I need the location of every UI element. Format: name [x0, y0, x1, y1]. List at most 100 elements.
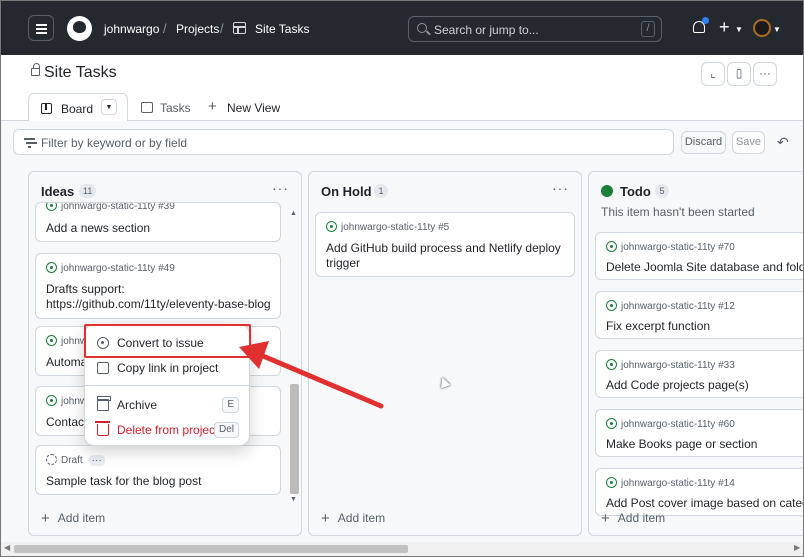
open-issue-icon	[46, 262, 57, 273]
card-more-button[interactable]: ···	[88, 455, 105, 466]
card[interactable]: johnwargo-static-11ty #12 Fix excerpt fu…	[595, 291, 803, 339]
create-new-plus-icon[interactable]: +	[719, 17, 730, 37]
open-issue-icon	[46, 335, 57, 346]
lock-icon	[31, 63, 40, 76]
card-title: Add Code projects page(s)	[606, 378, 749, 392]
card-issue-ref: johnwargo-static-11ty #39	[46, 203, 175, 212]
card-title: Drafts support: https://github.com/11ty/…	[46, 282, 271, 311]
shortcut-key: E	[222, 397, 239, 413]
add-item-button[interactable]: + Add item	[321, 510, 385, 527]
shortcut-key: Del	[213, 422, 239, 438]
card-title: Add a news section	[46, 221, 151, 235]
app-window: johnwargo / Projects / Site Tasks Search…	[0, 0, 804, 557]
global-header: johnwargo / Projects / Site Tasks Search…	[1, 1, 803, 55]
card-title: Delete Joomla Site database and folder	[606, 260, 804, 274]
breadcrumb-owner[interactable]: johnwargo	[104, 22, 159, 36]
menu-item-archive[interactable]: Archive	[96, 396, 157, 412]
global-search-input[interactable]: Search or jump to... /	[408, 16, 662, 42]
breadcrumb-projects[interactable]: Projects	[176, 22, 219, 36]
filter-input[interactable]: Filter by keyword or by field	[13, 129, 674, 155]
save-button[interactable]: Save	[732, 131, 765, 154]
scroll-down-arrow-icon[interactable]: ▼	[290, 496, 297, 503]
scroll-left-arrow-icon[interactable]: ◀	[4, 543, 10, 552]
add-item-button[interactable]: + Add item	[601, 510, 665, 527]
breadcrumb-project[interactable]: Site Tasks	[255, 22, 309, 36]
filter-icon	[24, 138, 35, 146]
card[interactable]: johnwargo-static-11ty #33 Add Code proje…	[595, 350, 803, 398]
tab-label: New View	[227, 101, 281, 115]
chevron-down-icon[interactable]: ▼	[773, 25, 781, 34]
copy-icon	[97, 362, 109, 374]
card-title: Fix excerpt function	[606, 319, 711, 333]
tab-label: Tasks	[160, 101, 191, 115]
card-issue-ref: johnwargo-static-11ty #49	[46, 262, 175, 274]
scroll-up-arrow-icon[interactable]: ▲	[290, 210, 297, 217]
open-issue-icon	[46, 203, 57, 211]
card[interactable]: johnwargo-static-11ty #14 Add Post cover…	[595, 468, 804, 516]
trash-icon	[95, 421, 110, 436]
column-todo: Todo 5 This item hasn't been started joh…	[588, 171, 804, 536]
side-panel-button[interactable]: ▯	[727, 62, 751, 86]
card-title: Contact	[46, 415, 88, 429]
card-title: Add GitHub build process and Netlify dep…	[326, 241, 561, 270]
column-description: This item hasn't been started	[601, 205, 755, 219]
plus-icon: +	[41, 510, 50, 527]
view-options-dropdown[interactable]: ▼	[101, 99, 117, 115]
open-issue-icon	[606, 300, 617, 311]
card-issue-ref: Draft ···	[46, 454, 105, 466]
breadcrumb-separator: /	[163, 21, 167, 36]
card[interactable]: johnwargo-static-11ty #39 Add a news sec…	[35, 202, 281, 242]
card-issue-ref: johnwargo-static-11ty #14	[606, 477, 735, 489]
github-logo-icon[interactable]	[67, 16, 92, 41]
open-issue-icon	[606, 477, 617, 488]
column-title: Todo	[620, 184, 651, 199]
card-title: Make Books page or section	[606, 437, 758, 451]
column-title: On Hold	[321, 184, 372, 199]
column-count: 5	[655, 184, 669, 198]
tab-board[interactable]: Board ▼	[28, 93, 128, 121]
column-scrollbar-thumb[interactable]	[290, 384, 299, 494]
column-more-button[interactable]: ···	[272, 180, 289, 196]
hamburger-menu-button[interactable]	[28, 15, 54, 41]
column-count: 1	[374, 184, 388, 198]
card-issue-ref: johnwargo-static-11ty #12	[606, 300, 735, 312]
card-title: Sample task for the blog post	[46, 474, 202, 488]
draft-icon	[46, 454, 57, 465]
card-title: Add Post cover image based on category	[606, 496, 804, 510]
project-more-button[interactable]: ···	[753, 62, 777, 86]
archive-icon	[96, 396, 111, 411]
menu-divider	[85, 385, 249, 386]
menu-item-delete[interactable]: Delete from project	[95, 421, 218, 437]
card-issue-ref: johnw	[46, 335, 87, 347]
plus-icon: +	[208, 98, 217, 115]
avatar[interactable]	[753, 19, 771, 37]
chevron-down-icon[interactable]: ▼	[735, 25, 743, 34]
column-title: Ideas	[41, 184, 75, 199]
card[interactable]: johnwargo-static-11ty #5 Add GitHub buil…	[315, 212, 575, 277]
card-issue-ref: johnw	[46, 395, 87, 407]
scroll-right-arrow-icon[interactable]: ▶	[794, 543, 800, 552]
table-icon	[141, 102, 153, 113]
card-draft[interactable]: Draft ··· Sample task for the blog post	[35, 445, 281, 495]
card-issue-ref: johnwargo-static-11ty #60	[606, 418, 735, 430]
search-shortcut-key: /	[641, 21, 655, 37]
insights-chart-button[interactable]: ⌞	[701, 62, 725, 86]
add-item-button[interactable]: + Add item	[41, 510, 105, 527]
open-issue-icon	[606, 418, 617, 429]
board-icon	[41, 103, 52, 114]
undo-icon[interactable]: ↶	[777, 134, 789, 151]
notification-indicator	[702, 17, 709, 24]
search-icon	[417, 23, 427, 33]
status-dot-icon	[601, 185, 613, 197]
card[interactable]: johnwargo-static-11ty #70 Delete Joomla …	[595, 232, 804, 280]
horizontal-scrollbar-thumb[interactable]	[14, 545, 408, 553]
plus-icon: +	[601, 510, 610, 527]
card-issue-ref: johnwargo-static-11ty #33	[606, 359, 735, 371]
card[interactable]: johnwargo-static-11ty #60 Make Books pag…	[595, 409, 803, 457]
menu-item-copy-link[interactable]: Copy link in project	[97, 361, 218, 375]
discard-button[interactable]: Discard	[681, 131, 726, 154]
column-more-button[interactable]: ···	[552, 180, 569, 196]
open-issue-icon	[46, 395, 57, 406]
column-on-hold: On Hold 1 ··· johnwargo-static-11ty #5 A…	[308, 171, 582, 536]
card[interactable]: johnwargo-static-11ty #49 Drafts support…	[35, 253, 281, 319]
